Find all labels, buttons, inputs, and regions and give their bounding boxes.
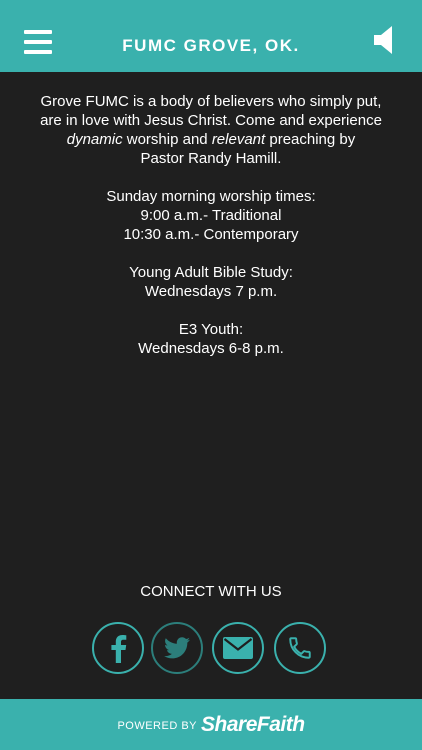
intro-line: Grove FUMC is a body of believers who si…: [40, 93, 382, 110]
bible-heading: Young Adult Bible Study:: [129, 264, 293, 281]
bible-time: Wednesdays 7 p.m.: [144, 283, 278, 300]
church-info: Grove FUMC is a body of believers who si…: [30, 92, 392, 377]
social-links: [92, 622, 332, 674]
page-title: FUMC GROVE, OK.: [122, 36, 300, 55]
intro-line: Pastor Randy Hamill.: [140, 150, 282, 167]
intro-text: worship and: [122, 131, 212, 148]
connect-heading: CONNECT WITH US: [140, 583, 282, 600]
intro-line: dynamic worship and relevant preaching b…: [30, 130, 392, 149]
intro-text: preaching by: [265, 131, 356, 148]
youth-time: Wednesdays 6-8 p.m.: [138, 340, 284, 357]
worship-times: Sunday morning worship times: 9:00 a.m.-…: [30, 187, 392, 244]
youth-heading: E3 Youth:: [178, 321, 244, 338]
intro-line: are in love with Jesus Christ. Come and …: [40, 112, 382, 129]
sharefaith-logo[interactable]: ShareFaith: [201, 713, 305, 737]
app-footer: POWERED BY ShareFaith: [0, 699, 422, 750]
youth-group: E3 Youth: Wednesdays 6-8 p.m.: [30, 320, 392, 358]
dynamic-word: dynamic: [66, 131, 123, 148]
menu-bar: [24, 30, 52, 34]
powered-by-label: POWERED BY: [117, 719, 198, 732]
worship-time: 10:30 a.m.- Contemporary: [123, 226, 299, 243]
facebook-icon[interactable]: [92, 622, 144, 674]
worship-time: 9:00 a.m.- Traditional: [140, 207, 282, 224]
phone-icon[interactable]: [274, 622, 326, 674]
bible-study: Young Adult Bible Study: Wednesdays 7 p.…: [30, 263, 392, 301]
twitter-icon[interactable]: [151, 622, 203, 674]
email-icon[interactable]: [212, 622, 264, 674]
app-header: FUMC GROVE, OK.: [0, 0, 422, 72]
intro-paragraph: Grove FUMC is a body of believers who si…: [30, 92, 392, 168]
worship-heading: Sunday morning worship times:: [106, 188, 316, 205]
relevant-word: relevant: [211, 131, 266, 148]
speaker-icon[interactable]: [372, 24, 398, 56]
